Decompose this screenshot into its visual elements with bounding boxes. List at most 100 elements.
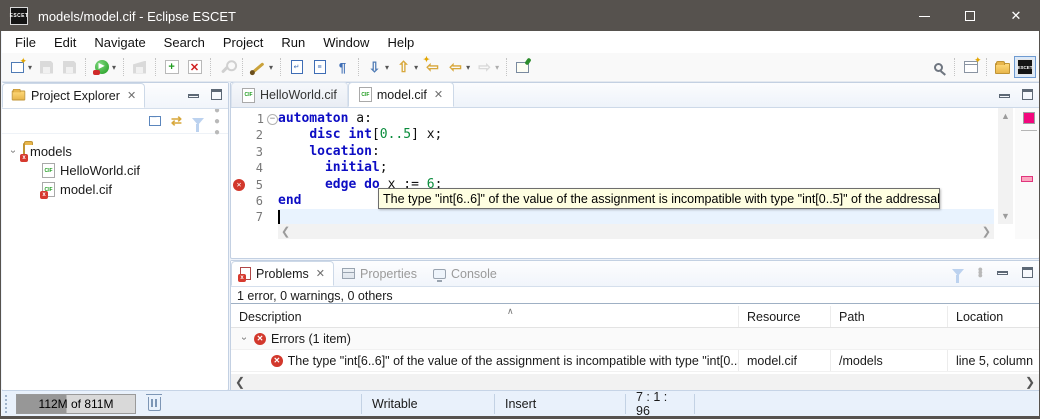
maximize-view-icon[interactable] bbox=[211, 89, 222, 100]
chevron-expanded-icon[interactable]: › bbox=[239, 334, 250, 344]
search-button[interactable] bbox=[928, 56, 949, 78]
error-location: line 5, column bbox=[948, 350, 1039, 371]
overview-error-marker[interactable] bbox=[1021, 176, 1033, 182]
run-icon bbox=[95, 60, 109, 74]
tab-helloworld-cif[interactable]: CIF HelloWorld.cif bbox=[231, 82, 348, 107]
tab-console[interactable]: Console bbox=[425, 261, 505, 286]
scroll-up-icon[interactable]: ▲ bbox=[1001, 111, 1010, 121]
gutter[interactable]: 6 bbox=[231, 193, 278, 209]
overview-error-indicator[interactable] bbox=[1023, 112, 1035, 124]
menu-edit[interactable]: Edit bbox=[45, 35, 85, 50]
column-resource[interactable]: Resource bbox=[739, 306, 831, 327]
scroll-right-icon[interactable]: ❯ bbox=[1025, 375, 1035, 389]
tab-problems[interactable]: Problems ✕ bbox=[231, 261, 334, 286]
menu-run[interactable]: Run bbox=[272, 35, 314, 50]
collapse-all-icon[interactable] bbox=[149, 116, 161, 126]
gutter[interactable]: ✕5 bbox=[231, 177, 278, 193]
fold-collapse-icon[interactable]: − bbox=[267, 114, 278, 125]
menu-file[interactable]: File bbox=[6, 35, 45, 50]
error-icon: ✕ bbox=[271, 355, 283, 367]
drag-grip[interactable] bbox=[5, 395, 10, 413]
filter-icon[interactable] bbox=[192, 118, 204, 125]
gutter[interactable]: 4 bbox=[231, 160, 278, 176]
tab-properties[interactable]: Properties bbox=[334, 261, 425, 286]
wrench-button[interactable] bbox=[216, 56, 237, 78]
code-line-4[interactable]: 4 initial; bbox=[231, 160, 994, 176]
scroll-right-icon[interactable]: ❯ bbox=[982, 225, 991, 238]
close-icon[interactable]: ✕ bbox=[316, 267, 325, 280]
next-annotation-button[interactable]: ⇩▾ bbox=[364, 56, 391, 78]
error-badge-icon: x bbox=[20, 154, 28, 162]
folder-shortcut-button[interactable] bbox=[992, 56, 1013, 78]
menu-window[interactable]: Window bbox=[314, 35, 378, 50]
errors-group-row[interactable]: › ✕ Errors (1 item) bbox=[231, 328, 1039, 350]
maximize-view-icon[interactable] bbox=[1022, 267, 1033, 278]
minimize-view-icon[interactable] bbox=[188, 94, 199, 98]
scroll-left-icon[interactable]: ❮ bbox=[235, 375, 245, 389]
menu-project[interactable]: Project bbox=[214, 35, 272, 50]
back-button[interactable]: ⇦▾ bbox=[445, 56, 472, 78]
view-menu-icon[interactable]: ●●● bbox=[978, 268, 983, 277]
close-icon[interactable]: ✕ bbox=[434, 88, 443, 101]
app-icon: ESCET bbox=[10, 7, 28, 25]
tab-model-cif[interactable]: CIF model.cif ✕ bbox=[348, 82, 454, 107]
save-button[interactable] bbox=[36, 56, 57, 78]
save-all-button[interactable] bbox=[59, 56, 80, 78]
filter-icon[interactable] bbox=[952, 269, 964, 276]
show-whitespace-button[interactable]: ¶ bbox=[332, 56, 353, 78]
gutter[interactable]: 2 bbox=[231, 127, 278, 143]
editor-horizontal-scrollbar[interactable]: ❮❯ bbox=[278, 224, 994, 239]
view-menu-icon[interactable]: ●●● bbox=[214, 105, 220, 138]
brush-button[interactable]: ▾ bbox=[248, 56, 275, 78]
scroll-left-icon[interactable]: ❮ bbox=[281, 225, 290, 238]
show-block-button[interactable]: ≡ bbox=[309, 56, 330, 78]
scroll-down-icon[interactable]: ▼ bbox=[1001, 211, 1010, 221]
chevron-down-icon: ▾ bbox=[466, 63, 470, 72]
link-with-editor-icon[interactable]: ⇄ bbox=[171, 113, 182, 129]
tab-project-explorer[interactable]: Project Explorer ✕ bbox=[2, 83, 145, 108]
gutter[interactable]: 1− bbox=[231, 111, 278, 127]
column-location[interactable]: Location bbox=[948, 306, 1039, 327]
open-declaration-button[interactable]: ↵ bbox=[286, 56, 307, 78]
error-table-row[interactable]: ✕ The type "int[6..6]" of the value of t… bbox=[231, 350, 1039, 372]
add-button[interactable]: + bbox=[161, 56, 182, 78]
escet-perspective-button[interactable]: ESCET bbox=[1014, 56, 1036, 78]
error-marker-icon[interactable]: ✕ bbox=[233, 179, 245, 191]
remove-button[interactable]: ✕ bbox=[184, 56, 205, 78]
minimize-view-icon[interactable] bbox=[999, 94, 1010, 98]
chevron-expanded-icon[interactable]: › bbox=[8, 147, 19, 157]
code-token: initial bbox=[325, 160, 380, 176]
column-description[interactable]: Description bbox=[231, 306, 739, 327]
menu-search[interactable]: Search bbox=[155, 35, 214, 50]
maximize-button[interactable] bbox=[947, 1, 993, 31]
column-path[interactable]: Path bbox=[831, 306, 948, 327]
previous-annotation-button[interactable]: ⇧▾ bbox=[393, 56, 420, 78]
minimize-view-icon[interactable] bbox=[997, 271, 1008, 275]
close-button[interactable]: ✕ bbox=[993, 1, 1039, 31]
new-wizard-button[interactable]: ▾ bbox=[7, 56, 34, 78]
editor-body[interactable]: 1−automaton a:2 disc int[0..5] x;3 locat… bbox=[231, 108, 1039, 239]
menu-help[interactable]: Help bbox=[378, 35, 423, 50]
pin-editor-button[interactable] bbox=[512, 56, 533, 78]
code-line-3[interactable]: 3 location: bbox=[231, 144, 994, 160]
code-line-2[interactable]: 2 disc int[0..5] x; bbox=[231, 127, 994, 143]
run-button[interactable]: ▾ bbox=[91, 56, 118, 78]
code-line-1[interactable]: 1−automaton a: bbox=[231, 111, 994, 127]
tree-item-helloworld[interactable]: CIF HelloWorld.cif bbox=[2, 161, 228, 180]
maximize-view-icon[interactable] bbox=[1022, 89, 1033, 100]
code-token: ; bbox=[380, 160, 388, 176]
close-icon[interactable]: ✕ bbox=[127, 89, 136, 102]
garbage-collect-icon[interactable] bbox=[148, 397, 161, 411]
editor-vertical-scrollbar[interactable]: ▲▼ bbox=[998, 108, 1013, 224]
minimize-button[interactable] bbox=[901, 1, 947, 31]
tree-item-model[interactable]: CIFx model.cif bbox=[2, 180, 228, 199]
last-edit-location-button[interactable]: ⇦✦ bbox=[422, 56, 443, 78]
tree-item-models[interactable]: › x models bbox=[2, 142, 228, 161]
forward-button[interactable]: ⇨▾ bbox=[474, 56, 501, 78]
open-perspective-button[interactable] bbox=[960, 56, 981, 78]
gutter[interactable]: 3 bbox=[231, 144, 278, 160]
problems-horizontal-scrollbar[interactable]: ❮❯ bbox=[231, 374, 1039, 390]
gutter[interactable]: 7 bbox=[231, 209, 278, 225]
build-button[interactable] bbox=[129, 56, 150, 78]
menu-navigate[interactable]: Navigate bbox=[85, 35, 154, 50]
